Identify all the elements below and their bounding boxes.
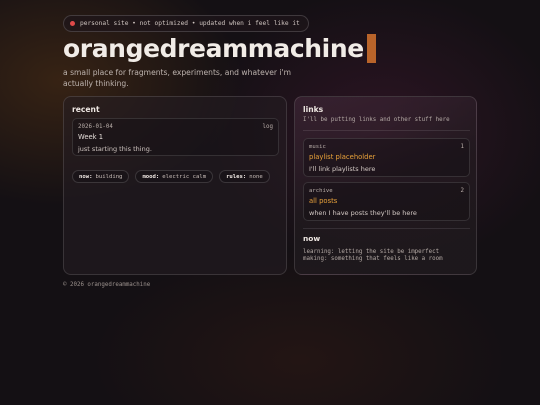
- status-chips: now: building mood: electric calm rules:…: [72, 170, 270, 183]
- link-count: 2: [460, 188, 465, 194]
- chip-value: none: [249, 173, 263, 180]
- entry-date: 2026-01-04: [78, 124, 113, 130]
- link-card-archive[interactable]: archive 2 all posts when I have posts th…: [303, 182, 470, 221]
- chip-mood: mood: electric calm: [135, 170, 214, 183]
- chip-key: mood:: [142, 173, 160, 180]
- chip-value: electric calm: [162, 173, 207, 180]
- entry-title: Week 1: [78, 133, 104, 141]
- link-description: I'll link playlists here: [309, 165, 376, 173]
- link-count: 1: [460, 144, 465, 150]
- site-tagline: a small place for fragments, experiments…: [63, 68, 292, 88]
- link-description: when I have posts they'll be here: [309, 209, 417, 217]
- now-line-making: making: something that feels like a room: [303, 256, 443, 262]
- status-dot-icon: [70, 21, 75, 26]
- status-pill-text: personal site • not optimized • updated …: [80, 20, 300, 27]
- status-pill: personal site • not optimized • updated …: [63, 15, 309, 32]
- recent-heading: recent: [72, 105, 100, 114]
- entry-body: just starting this thing.: [78, 145, 152, 153]
- footer-copyright: © 2026 orangedreammachine: [63, 282, 151, 288]
- divider: [303, 228, 470, 229]
- site-title: orangedreammachine: [63, 34, 376, 63]
- chip-key: rules:: [226, 173, 247, 180]
- chip-now: now: building: [72, 170, 130, 183]
- blinking-cursor-icon: [366, 34, 376, 63]
- now-heading: now: [303, 234, 321, 243]
- link-title[interactable]: all posts: [309, 197, 337, 205]
- divider: [303, 130, 470, 131]
- links-heading: links: [303, 105, 324, 114]
- chip-rules: rules: none: [219, 170, 270, 183]
- link-card-music[interactable]: music 1 playlist placeholder I'll link p…: [303, 138, 470, 177]
- recent-panel: recent 2026-01-04 log Week 1 just starti…: [63, 96, 287, 275]
- link-category: music: [309, 144, 326, 150]
- chip-key: now:: [79, 173, 93, 180]
- now-line-learning: learning: letting the site be imperfect: [303, 249, 440, 255]
- links-subtitle: I'll be putting links and other stuff he…: [303, 117, 450, 123]
- links-panel: links I'll be putting links and other st…: [294, 96, 477, 275]
- site-title-text: orangedreammachine: [63, 34, 364, 63]
- chip-value: building: [95, 173, 123, 180]
- entry-tag: log: [262, 124, 273, 130]
- link-category: archive: [309, 188, 333, 194]
- recent-entry-card[interactable]: 2026-01-04 log Week 1 just starting this…: [72, 118, 279, 156]
- link-title[interactable]: playlist placeholder: [309, 153, 375, 161]
